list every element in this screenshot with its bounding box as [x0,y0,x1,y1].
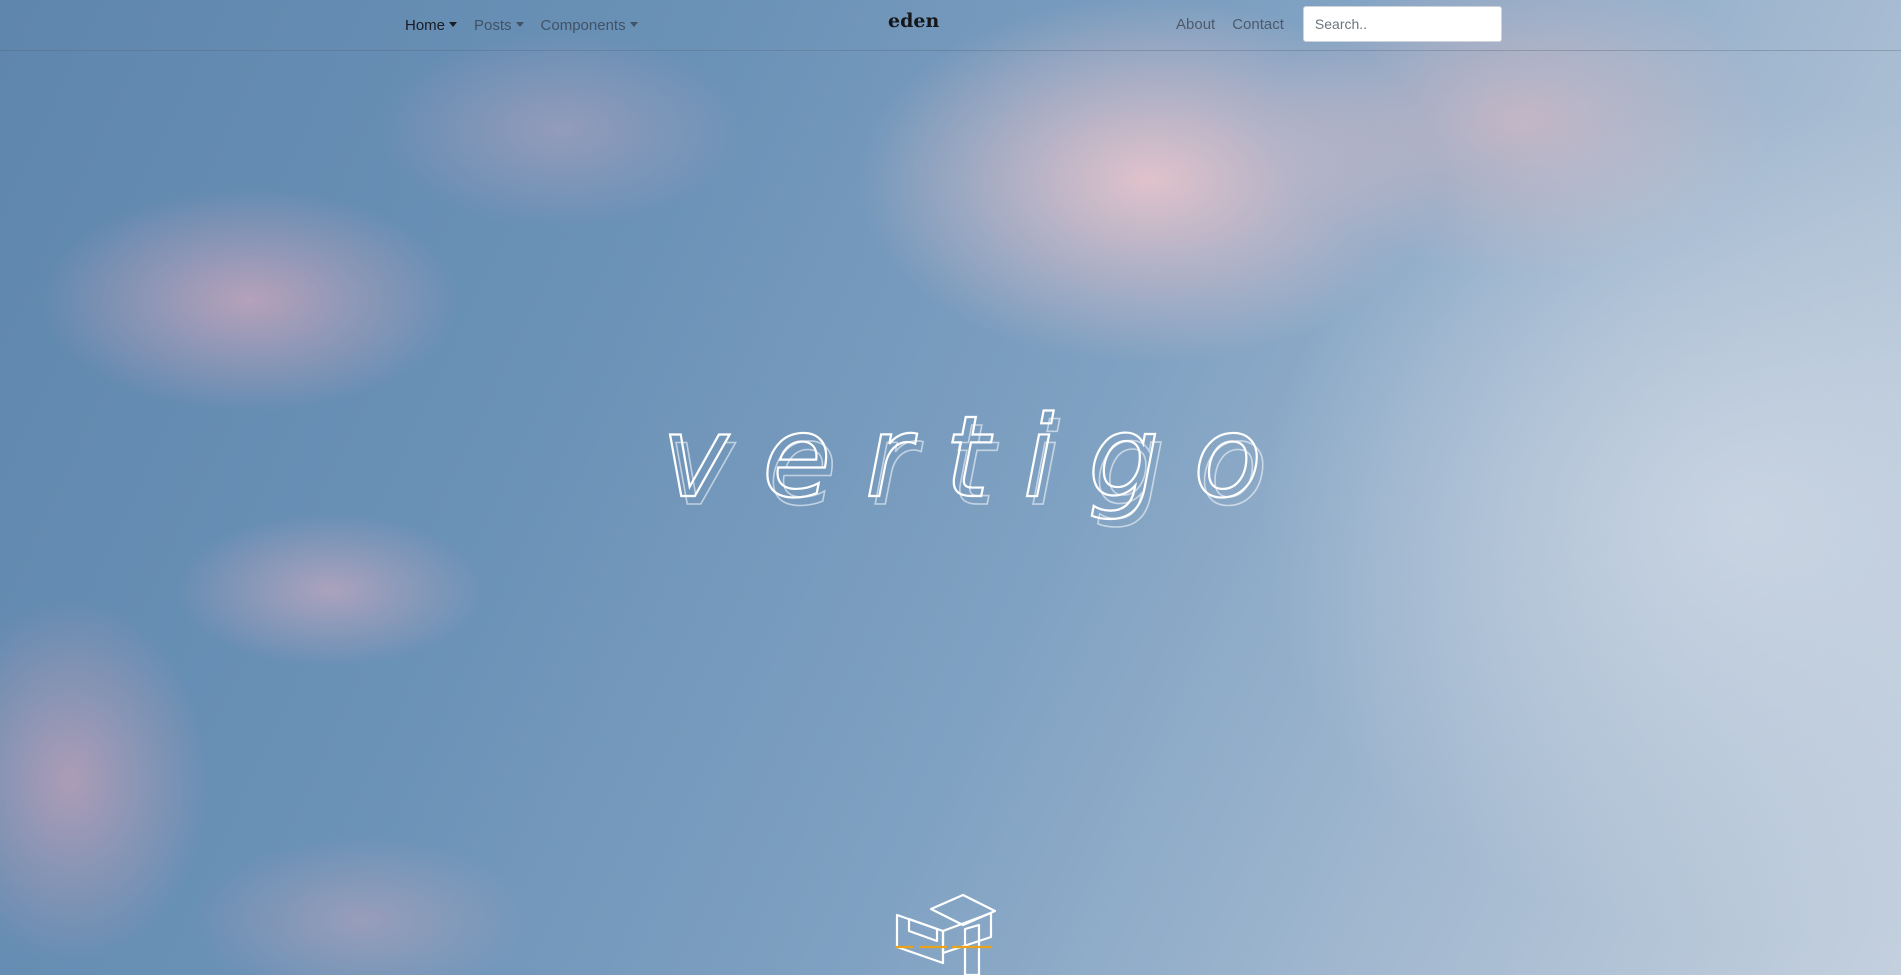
nav-contact-link[interactable]: Contact [1232,16,1284,33]
nav-components-dropdown[interactable]: Components [541,17,638,34]
nav-right-menu: About Contact [1176,0,1502,48]
hero-page: Home Posts Components eden About Contact… [0,0,1901,975]
caret-down-icon [629,21,638,27]
hero-title-text: vertigo [662,400,1280,523]
hero-title: vertigo vertigo [661,400,1280,532]
search-input[interactable] [1302,6,1502,42]
brand-logo-text[interactable]: eden [888,10,939,32]
nav-posts-dropdown[interactable]: Posts [474,17,524,34]
nav-home-dropdown[interactable]: Home [405,16,458,34]
nav-left-menu: Home Posts Components [405,0,638,50]
isometric-cube-logo-icon [895,893,1007,975]
caret-down-icon [449,21,458,27]
nav-posts-label: Posts [474,16,512,34]
caret-down-icon [515,21,524,27]
top-navbar: Home Posts Components eden About Contact [0,0,1901,51]
nav-about-link[interactable]: About [1176,16,1215,33]
nav-home-label: Home [405,16,446,34]
nav-components-label: Components [540,16,626,34]
